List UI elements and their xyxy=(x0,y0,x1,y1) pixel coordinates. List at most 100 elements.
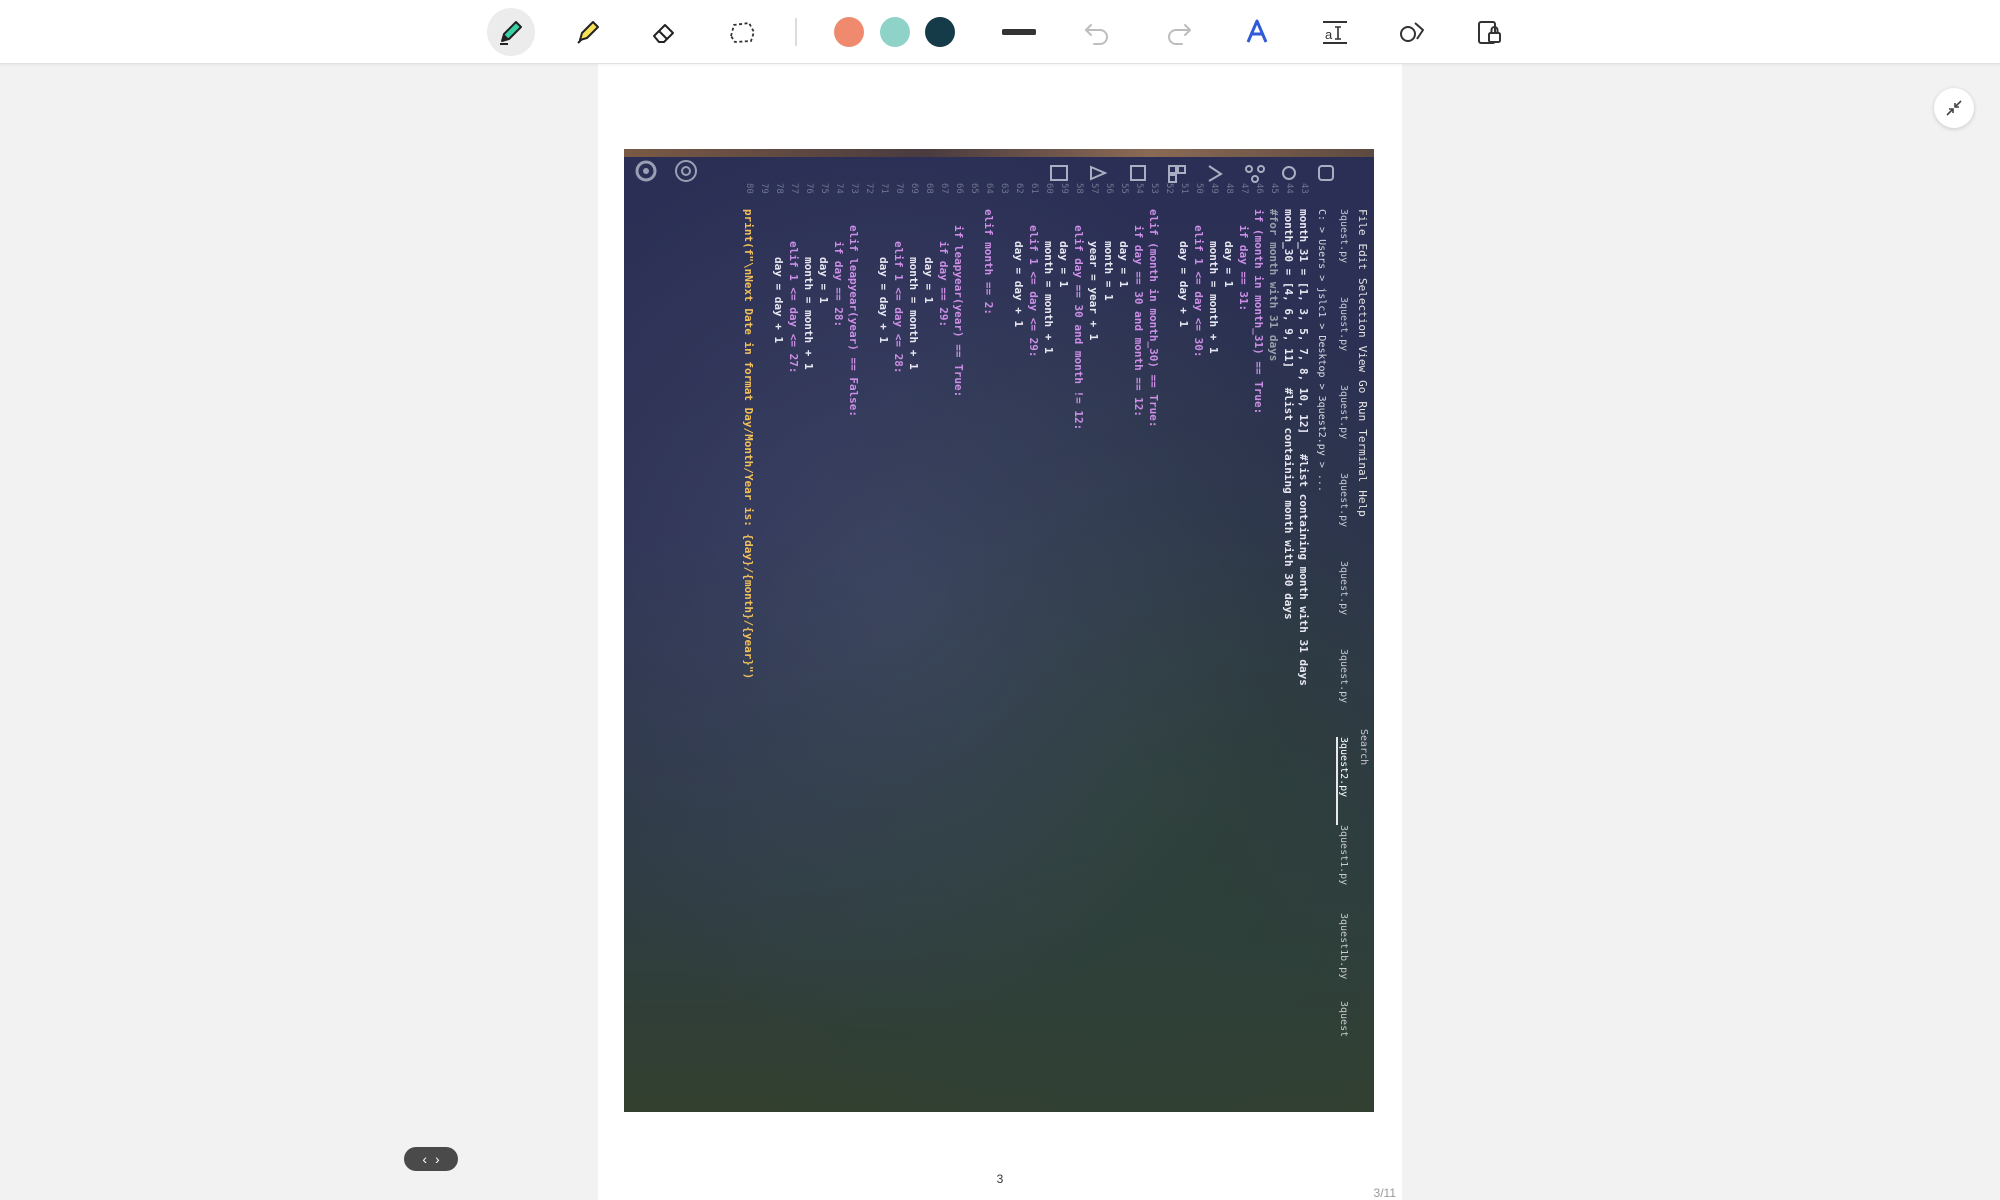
code-line: month = month + 1 xyxy=(1207,241,1220,354)
code-line: day = day + 1 xyxy=(877,257,890,344)
editor-menu-item: Help xyxy=(1356,490,1369,517)
pen-icon xyxy=(500,21,522,45)
highlighter-icon xyxy=(577,21,599,44)
line-number: 76 xyxy=(804,183,814,194)
line-number: 64 xyxy=(984,183,994,194)
line-number: 48 xyxy=(1224,183,1234,194)
lock-icon xyxy=(1478,21,1501,44)
line-number: 77 xyxy=(789,183,799,194)
code-line: if (month in month_31) == True: xyxy=(1252,209,1265,415)
line-number: 70 xyxy=(894,183,904,194)
line-number: 58 xyxy=(1074,183,1084,194)
editor-tab: 3quest.py xyxy=(1338,649,1349,704)
vscode-screen-rotated: File Edit Selection View Go Run Terminal Help 3… xyxy=(742,183,1369,1069)
code-line: elif 1 <= day <= 29: xyxy=(1027,225,1040,358)
code-line: if day == 28: xyxy=(832,241,845,328)
line-number: 69 xyxy=(909,183,919,194)
code-line: month_30 = [4, 6, 9, 11] #list containin… xyxy=(1282,209,1295,620)
line-number: 46 xyxy=(1254,183,1264,194)
redo-button[interactable] xyxy=(1155,8,1203,56)
code-line: year = year + 1 xyxy=(1087,241,1100,341)
line-number: 43 xyxy=(1299,183,1309,194)
lasso-icon xyxy=(730,22,755,43)
line-number: 72 xyxy=(864,183,874,194)
lock-button[interactable] xyxy=(1465,8,1513,56)
code-line: day = 1 xyxy=(1222,241,1235,288)
next-page-button[interactable]: › xyxy=(435,1147,440,1171)
exit-fullscreen-button[interactable] xyxy=(1934,88,1974,128)
code-line: elif 1 <= day <= 28: xyxy=(892,241,905,374)
line-number: 45 xyxy=(1269,183,1279,194)
code-line: if leapyear(year) == True: xyxy=(952,225,965,398)
document-page: File Edit Selection View Go Run Terminal Help 3… xyxy=(598,63,1402,1200)
line-number: 73 xyxy=(849,183,859,194)
editor-menubar: File Edit Selection View Go Run Terminal Help xyxy=(1349,209,1369,525)
page-number: 3 xyxy=(996,1172,1004,1186)
stroke-width-button[interactable] xyxy=(995,8,1043,56)
undo-icon xyxy=(1085,24,1108,45)
editor-tabs: 3quest.py 3quest.py 3quest.py 3quest.py 3que… xyxy=(1329,209,1369,1069)
eraser-tool-button[interactable] xyxy=(640,8,688,56)
line-number: 80 xyxy=(744,183,754,194)
stroke-width-icon xyxy=(1002,29,1036,35)
annotation-toolbar: a xyxy=(0,0,2000,64)
text-insert-button[interactable]: a xyxy=(1311,8,1359,56)
editor-tab: 3quest2.py xyxy=(1336,737,1349,825)
line-number: 55 xyxy=(1119,183,1129,194)
pen-tool-button[interactable] xyxy=(487,8,535,56)
code-line: month = 1 xyxy=(1102,241,1115,301)
highlighter-tool-button[interactable] xyxy=(564,8,612,56)
page-navigator: ‹ › xyxy=(404,1147,458,1171)
editor-tab: 3quest1.py xyxy=(1338,825,1349,886)
text-insert-icon: a xyxy=(1323,21,1347,44)
code-line: elif month == 2: xyxy=(982,209,995,315)
code-line: day = day + 1 xyxy=(772,257,785,344)
line-number: 71 xyxy=(879,183,889,194)
line-number: 68 xyxy=(924,183,934,194)
color-swatch-coral[interactable] xyxy=(834,17,864,47)
code-line: if day == 30 and month == 12: xyxy=(1132,225,1145,418)
line-number: 66 xyxy=(954,183,964,194)
editor-menu-item: File xyxy=(1356,209,1369,236)
code-line: day = 1 xyxy=(817,257,830,304)
line-number: 67 xyxy=(939,183,949,194)
page-counter: 3/11 xyxy=(1373,1186,1396,1200)
text-style-icon xyxy=(1246,19,1268,43)
editor-tab: 3quest.py xyxy=(1338,473,1349,528)
photo-edge xyxy=(624,149,1374,157)
editor-tab: 3quest.py xyxy=(1338,209,1349,264)
line-number: 59 xyxy=(1059,183,1069,194)
editor-tab: 3quest.py xyxy=(1338,297,1349,352)
line-number: 47 xyxy=(1239,183,1249,194)
line-number: 60 xyxy=(1044,183,1054,194)
line-number: 49 xyxy=(1209,183,1219,194)
code-line: day = 1 xyxy=(1117,241,1130,288)
previous-page-button[interactable]: ‹ xyxy=(422,1147,427,1171)
code-line: elif leapyear(year) == False: xyxy=(847,225,860,418)
line-numbers: 43 44 45 46 47 48 49 50 51 52 53 54 55 56 57 58 59 60 61 62… xyxy=(741,183,1311,203)
text-style-button[interactable] xyxy=(1233,8,1281,56)
code-line: elif 1 <= day <= 30: xyxy=(1192,225,1205,358)
code-line: elif 1 <= day <= 27: xyxy=(787,241,800,374)
line-number: 51 xyxy=(1179,183,1189,194)
embedded-photo: File Edit Selection View Go Run Terminal Help 3… xyxy=(624,149,1374,1112)
line-number: 79 xyxy=(759,183,769,194)
undo-button[interactable] xyxy=(1073,8,1121,56)
editor-search-label: Search xyxy=(1358,729,1369,766)
shapes-icon xyxy=(1400,22,1424,42)
line-number: 74 xyxy=(834,183,844,194)
editor-menu-item: Selection xyxy=(1356,278,1369,338)
color-swatch-navy[interactable] xyxy=(925,17,955,47)
line-number: 50 xyxy=(1194,183,1204,194)
lasso-tool-button[interactable] xyxy=(718,8,766,56)
line-number: 44 xyxy=(1284,183,1294,194)
code-line: day = 1 xyxy=(1057,241,1070,288)
svg-text:a: a xyxy=(1325,27,1333,42)
code-line: #for month with 31 days xyxy=(1267,209,1280,362)
shapes-button[interactable] xyxy=(1388,8,1436,56)
color-swatch-mint[interactable] xyxy=(880,17,910,47)
editor-tab: 3quest xyxy=(1338,1001,1349,1038)
line-number: 61 xyxy=(1029,183,1039,194)
line-number: 53 xyxy=(1149,183,1159,194)
line-number: 57 xyxy=(1089,183,1099,194)
